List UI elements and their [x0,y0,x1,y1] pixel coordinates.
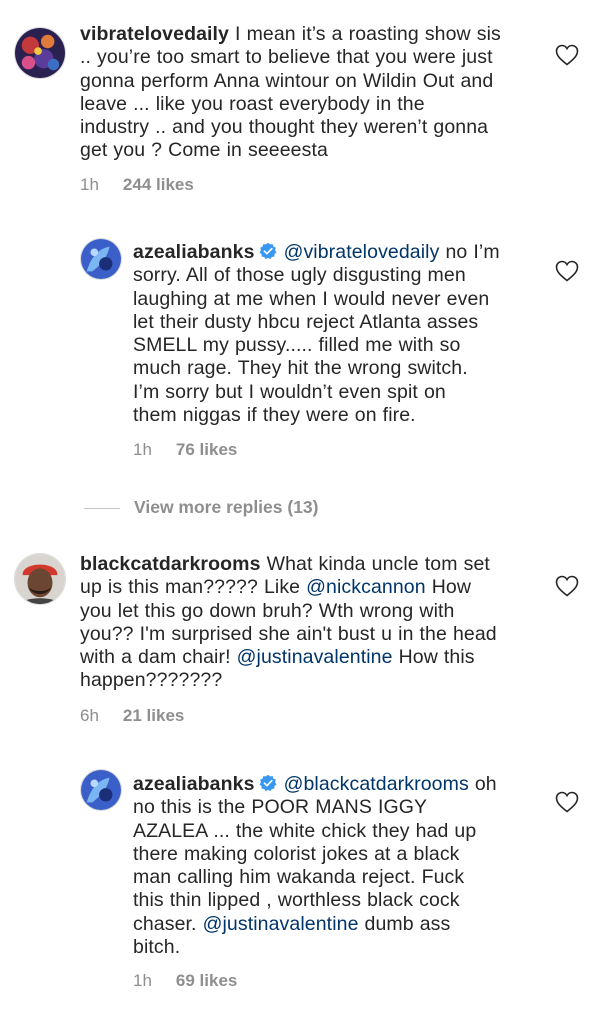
comment-line: there making colorist jokes at a black [133,842,460,865]
comment-line: no I’m [439,241,500,263]
username[interactable]: azealiabanks [133,241,255,263]
comment-line: bitch. [133,936,181,959]
comment-line: up is this man????? Like [80,576,307,599]
comment-line: leave ... like you roast everybody in th… [80,92,425,115]
view-more-label: View more replies (13) [134,497,319,517]
comment-meta: 1h 76 likes [133,440,237,460]
view-more-replies-button[interactable]: View more replies (13) [84,497,319,518]
username[interactable]: vibratelovedaily [80,23,229,45]
comment-line: AZALEA ... the white chick they had up [133,819,477,842]
heart-outline-icon[interactable] [555,575,579,597]
comment-line: How [425,576,472,599]
timestamp: 1h [133,440,152,459]
comment-line: let their dusty hbcu reject Atlanta asse… [133,310,479,333]
timestamp: 6h [80,706,99,725]
likes-count[interactable]: 21 likes [123,706,184,725]
username[interactable]: blackcatdarkrooms [80,553,261,575]
mention-link[interactable]: @justinavalentine [203,913,359,935]
likes-count[interactable]: 69 likes [176,971,237,990]
comment-meta: 1h 244 likes [80,175,194,195]
comment-line: .. you’re too smart to believe that you … [80,46,493,69]
comment-line: no this is the POOR MANS IGGY [133,796,428,819]
mention-link[interactable]: @justinavalentine [237,646,393,668]
comment-line: this thin lipped , worthless black cock [133,889,460,912]
username[interactable]: azealiabanks [133,773,255,795]
mention-link[interactable]: @vibratelovedaily [284,241,440,263]
comment-line: What kinda uncle tom set [260,553,490,575]
comment-line: industry .. and you thought they weren’t… [80,116,489,139]
avatar[interactable] [80,238,122,280]
comment-text: blackcatdarkrooms What kinda uncle tom s… [80,553,560,693]
comment-line: dumb ass [358,912,451,935]
avatar[interactable] [14,553,66,605]
mention-link[interactable]: @blackcatdarkrooms [284,773,469,795]
avatar[interactable] [80,769,122,811]
verified-badge-icon [259,242,276,260]
likes-count[interactable]: 244 likes [123,175,194,194]
comment-line: laughing at me when I would never even [133,287,490,310]
verified-badge-icon [259,774,276,792]
comment-line: I mean it’s a roasting show sis [229,23,501,45]
comment-line: chaser. [133,912,203,935]
heart-outline-icon[interactable] [555,44,579,66]
heart-outline-icon[interactable] [555,791,579,813]
comment-line: get you ? Come in seeeesta [80,139,328,162]
comment-meta: 6h 21 likes [80,706,184,726]
comment-line: gonna perform Anna wintour on Wildin Out… [80,69,494,92]
timestamp: 1h [133,971,152,990]
comment-line: happen??????? [80,669,223,692]
comment-line: sorry. All of those ugly disgusting men [133,264,466,287]
heart-outline-icon[interactable] [555,260,579,282]
comment-line: you let this go down bruh? Wth wrong wit… [80,599,455,622]
comment-line: oh [468,773,497,795]
divider [84,507,120,509]
comment-line: I’m sorry but I wouldn’t even spit on [133,380,446,403]
comment-line: man calling him wakanda reject. Fuck [133,866,465,889]
comment-text: azealiabanks @vibratelovedaily no I’m so… [133,241,573,427]
avatar[interactable] [14,27,66,79]
comment-line: much rage. They hit the wrong switch. [133,357,468,380]
likes-count[interactable]: 76 likes [176,440,237,459]
comment-line: with a dam chair! [80,646,237,669]
comment-meta: 1h 69 likes [133,971,237,991]
comment-text: vibratelovedaily I mean it’s a roasting … [80,23,570,163]
timestamp: 1h [80,175,99,194]
comment-line: SMELL my pussy..... filled me with so [133,334,461,357]
comment-text: azealiabanks @blackcatdarkrooms oh no th… [133,773,573,959]
comment-line: How this [392,646,475,669]
comment-line: them niggas if they were on fire. [133,404,416,427]
comment-line: you?? I'm surprised she ain't bust u in … [80,622,497,645]
mention-link[interactable]: @nickcannon [306,576,426,598]
